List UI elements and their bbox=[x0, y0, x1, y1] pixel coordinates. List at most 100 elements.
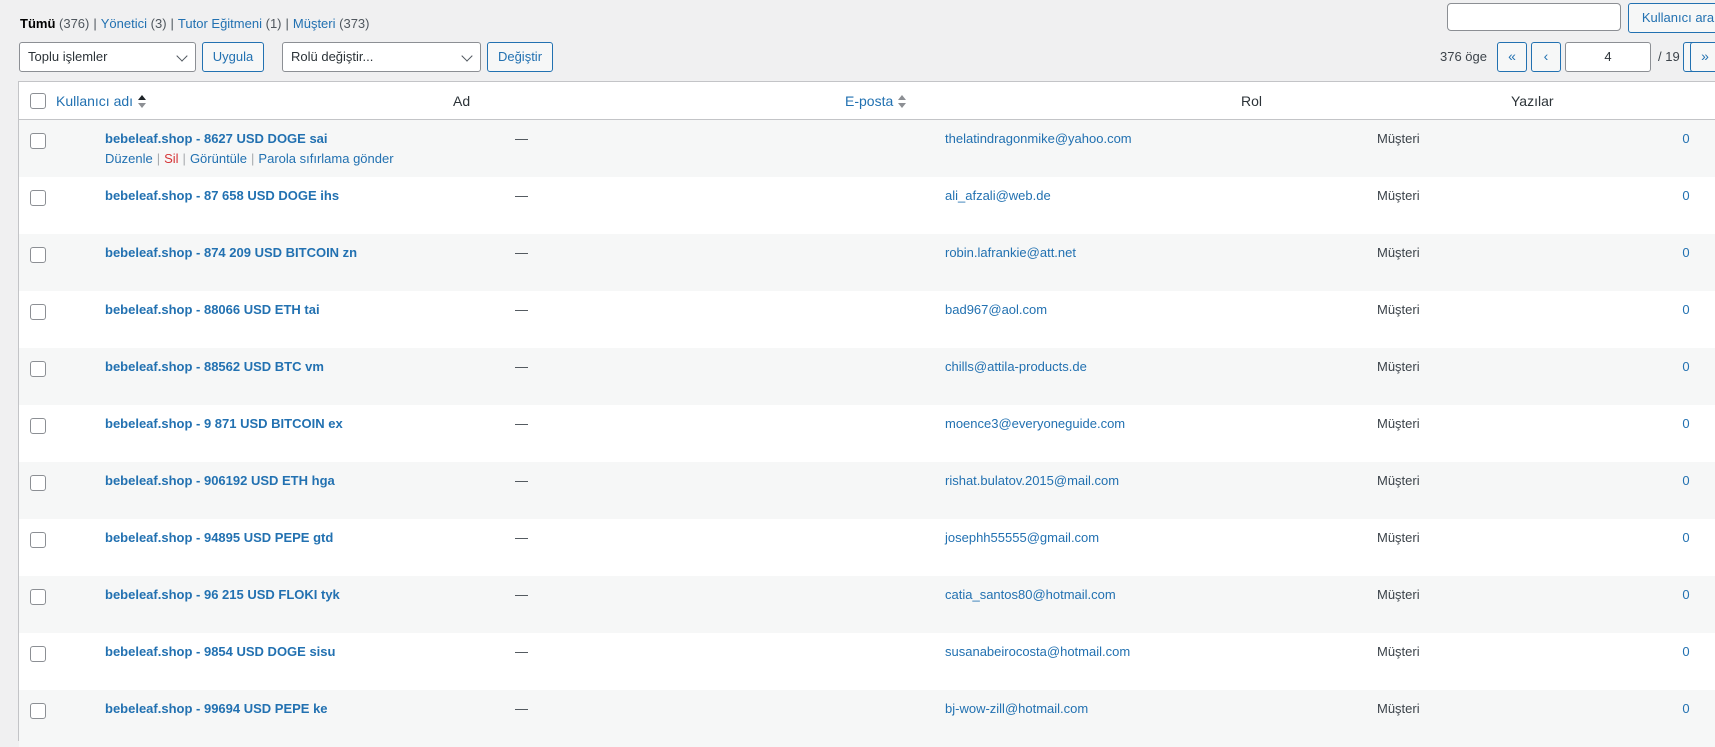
action-separator: | bbox=[251, 151, 255, 166]
row-checkbox[interactable] bbox=[30, 418, 46, 434]
role-cell: Müşteri bbox=[1377, 644, 1420, 659]
name-cell: — bbox=[515, 587, 528, 602]
email-link[interactable]: susanabeirocosta@hotmail.com bbox=[945, 644, 1130, 659]
row-checkbox[interactable] bbox=[30, 304, 46, 320]
role-cell: Müşteri bbox=[1377, 302, 1420, 317]
name-cell: — bbox=[515, 416, 528, 431]
bulk-actions-select[interactable]: Toplu işlemler bbox=[19, 42, 196, 72]
send-password-reset-link[interactable]: Parola sıfırlama gönder bbox=[258, 151, 393, 166]
name-cell: — bbox=[515, 188, 528, 203]
row-checkbox[interactable] bbox=[30, 133, 46, 149]
name-cell: — bbox=[515, 302, 528, 317]
email-link[interactable]: chills@attila-products.de bbox=[945, 359, 1087, 374]
column-email-label: E-posta bbox=[845, 93, 894, 109]
username-link[interactable]: bebeleaf.shop - 99694 USD PEPE ke bbox=[105, 701, 328, 716]
current-page-input[interactable]: 4 bbox=[1565, 42, 1651, 72]
row-checkbox[interactable] bbox=[30, 361, 46, 377]
email-link[interactable]: bj-wow-zill@hotmail.com bbox=[945, 701, 1088, 716]
search-input[interactable] bbox=[1447, 3, 1621, 31]
name-cell: — bbox=[515, 701, 528, 716]
previous-page-button[interactable]: ‹ bbox=[1531, 42, 1561, 72]
change-role-select[interactable]: Rolü değiştir... bbox=[282, 42, 481, 72]
email-link[interactable]: catia_santos80@hotmail.com bbox=[945, 587, 1116, 602]
username-link[interactable]: bebeleaf.shop - 906192 USD ETH hga bbox=[105, 473, 335, 488]
column-name: Ad bbox=[453, 93, 471, 109]
filter-administrator[interactable]: Yönetici (3) bbox=[101, 16, 167, 31]
view-link[interactable]: Görüntüle bbox=[190, 151, 247, 166]
select-all-checkbox[interactable] bbox=[30, 93, 46, 109]
row-checkbox[interactable] bbox=[30, 190, 46, 206]
username-link[interactable]: bebeleaf.shop - 96 215 USD FLOKI tyk bbox=[105, 587, 340, 602]
table-row: bebeleaf.shop - 96 215 USD FLOKI tyk — cat… bbox=[19, 576, 1715, 633]
name-cell: — bbox=[515, 245, 528, 260]
apply-button[interactable]: Uygula bbox=[202, 42, 264, 72]
email-link[interactable]: moence3@everyoneguide.com bbox=[945, 416, 1125, 431]
username-link[interactable]: bebeleaf.shop - 87 658 USD DOGE ihs bbox=[105, 188, 339, 203]
table-row: bebeleaf.shop - 87 658 USD DOGE ihs — ali_… bbox=[19, 177, 1715, 234]
email-link[interactable]: thelatindragonmike@yahoo.com bbox=[945, 131, 1132, 146]
posts-count-link[interactable]: 0 bbox=[1666, 473, 1706, 488]
role-cell: Müşteri bbox=[1377, 245, 1420, 260]
posts-count-link[interactable]: 0 bbox=[1666, 188, 1706, 203]
edit-link[interactable]: Düzenle bbox=[105, 151, 153, 166]
column-username[interactable]: Kullanıcı adı bbox=[56, 93, 147, 109]
row-checkbox[interactable] bbox=[30, 703, 46, 719]
username-link[interactable]: bebeleaf.shop - 874 209 USD BITCOIN zn bbox=[105, 245, 357, 260]
posts-count-link[interactable]: 0 bbox=[1666, 245, 1706, 260]
role-cell: Müşteri bbox=[1377, 188, 1420, 203]
column-posts: Yazılar bbox=[1511, 93, 1554, 109]
filter-customer[interactable]: Müşteri (373) bbox=[293, 16, 370, 31]
posts-count-link[interactable]: 0 bbox=[1666, 131, 1706, 146]
action-separator: | bbox=[182, 151, 186, 166]
email-link[interactable]: robin.lafrankie@att.net bbox=[945, 245, 1076, 260]
posts-count-link[interactable]: 0 bbox=[1666, 644, 1706, 659]
filter-separator: | bbox=[170, 16, 174, 31]
posts-count-link[interactable]: 0 bbox=[1666, 359, 1706, 374]
username-link[interactable]: bebeleaf.shop - 94895 USD PEPE gtd bbox=[105, 530, 333, 545]
username-link[interactable]: bebeleaf.shop - 88562 USD BTC vm bbox=[105, 359, 324, 374]
table-row: bebeleaf.shop - 874 209 USD BITCOIN zn — r… bbox=[19, 234, 1715, 291]
delete-link[interactable]: Sil bbox=[164, 151, 178, 166]
row-actions: Düzenle | Sil | Görüntüle | Parola sıfırlama g… bbox=[105, 151, 394, 166]
row-checkbox[interactable] bbox=[30, 532, 46, 548]
users-table: Kullanıcı adı Ad E-posta Rol Yazılar beb… bbox=[18, 81, 1715, 747]
email-link[interactable]: josephh55555@gmail.com bbox=[945, 530, 1099, 545]
posts-count-link[interactable]: 0 bbox=[1666, 530, 1706, 545]
email-link[interactable]: bad967@aol.com bbox=[945, 302, 1047, 317]
username-link[interactable]: bebeleaf.shop - 9854 USD DOGE sisu bbox=[105, 644, 335, 659]
posts-count-link[interactable]: 0 bbox=[1666, 416, 1706, 431]
filter-all-label: Tümü bbox=[20, 16, 56, 31]
change-role-button[interactable]: Değiştir bbox=[487, 42, 553, 72]
username-link[interactable]: bebeleaf.shop - 8627 USD DOGE sai bbox=[105, 131, 328, 146]
role-cell: Müşteri bbox=[1377, 587, 1420, 602]
filter-all-count: (376) bbox=[59, 16, 90, 31]
filter-administrator-count: (3) bbox=[150, 16, 167, 31]
row-checkbox[interactable] bbox=[30, 475, 46, 491]
posts-count-link[interactable]: 0 bbox=[1666, 701, 1706, 716]
sort-icon bbox=[898, 95, 907, 109]
column-email[interactable]: E-posta bbox=[845, 93, 907, 109]
email-link[interactable]: rishat.bulatov.2015@mail.com bbox=[945, 473, 1119, 488]
column-role: Rol bbox=[1241, 93, 1263, 109]
filter-all[interactable]: Tümü (376) bbox=[20, 16, 89, 31]
first-page-button[interactable]: « bbox=[1497, 42, 1527, 72]
last-page-button[interactable]: » bbox=[1690, 42, 1715, 72]
row-checkbox[interactable] bbox=[30, 247, 46, 263]
items-count: 376 öge bbox=[1440, 49, 1487, 64]
table-body: bebeleaf.shop - 8627 USD DOGE sai Düzenle… bbox=[19, 120, 1715, 747]
posts-count-link[interactable]: 0 bbox=[1666, 587, 1706, 602]
filter-tutor-instructor[interactable]: Tutor Eğitmeni (1) bbox=[178, 16, 282, 31]
email-link[interactable]: ali_afzali@web.de bbox=[945, 188, 1051, 203]
row-checkbox[interactable] bbox=[30, 589, 46, 605]
table-row: bebeleaf.shop - 88066 USD ETH tai — bad967… bbox=[19, 291, 1715, 348]
row-checkbox[interactable] bbox=[30, 646, 46, 662]
table-row: bebeleaf.shop - 9854 USD DOGE sisu — susan… bbox=[19, 633, 1715, 690]
posts-count-link[interactable]: 0 bbox=[1666, 302, 1706, 317]
sort-icon bbox=[138, 95, 147, 109]
search-users-button[interactable]: Kullanıcı ara bbox=[1628, 3, 1715, 33]
username-link[interactable]: bebeleaf.shop - 88066 USD ETH tai bbox=[105, 302, 320, 317]
column-username-label: Kullanıcı adı bbox=[56, 93, 134, 109]
name-cell: — bbox=[515, 359, 528, 374]
username-link[interactable]: bebeleaf.shop - 9 871 USD BITCOIN ex bbox=[105, 416, 343, 431]
name-cell: — bbox=[515, 473, 528, 488]
